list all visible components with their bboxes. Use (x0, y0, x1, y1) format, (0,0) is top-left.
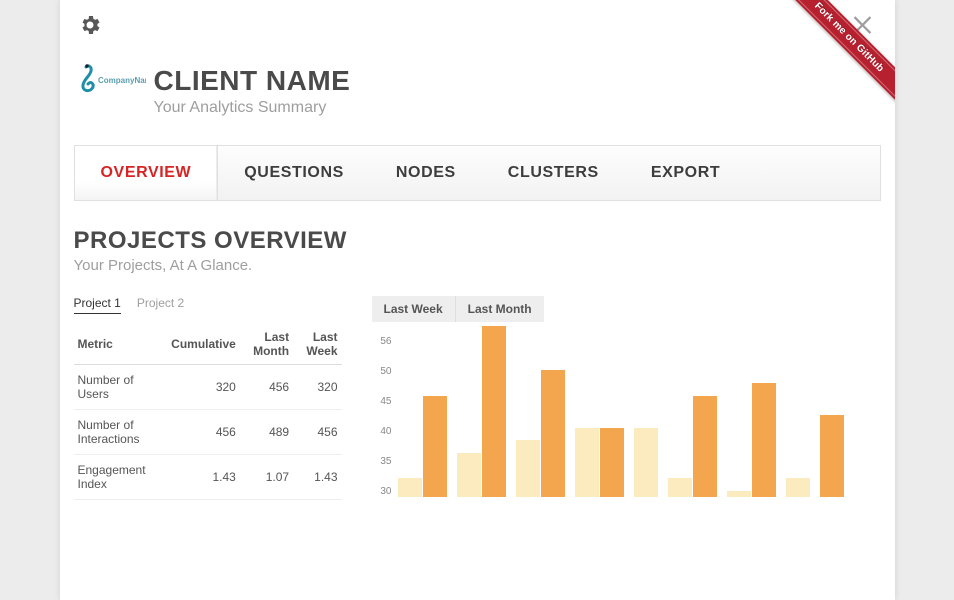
company-logo: CompanyName (74, 61, 148, 99)
bar-group (516, 370, 565, 497)
section-subtitle: Your Projects, At A Glance. (74, 257, 881, 274)
bar-last-week (727, 491, 751, 497)
bar-last-week (575, 428, 599, 497)
bar-last-month (752, 383, 776, 497)
bar-chart: 56 50 45 40 35 30 (372, 332, 881, 497)
page-subtitle: Your Analytics Summary (154, 99, 351, 117)
col-last-week: Last Week (293, 324, 341, 365)
ytick: 30 (372, 486, 392, 497)
chart-toggle: Last Week Last Month (372, 296, 881, 322)
bar-last-week (634, 428, 658, 497)
svg-text:CompanyName: CompanyName (98, 76, 146, 85)
ytick: 40 (372, 426, 392, 437)
bar-group (398, 396, 447, 497)
metric-cumulative: 1.43 (167, 455, 240, 500)
bar-group (727, 383, 776, 497)
gear-icon[interactable] (78, 13, 102, 42)
bar-group (786, 478, 810, 497)
tab-clusters[interactable]: CLUSTERS (482, 146, 625, 200)
ytick: 45 (372, 396, 392, 407)
bar-last-week (398, 478, 422, 497)
col-last-month: Last Month (240, 324, 293, 365)
table-row: Engagement Index 1.43 1.07 1.43 (74, 455, 342, 500)
col-cumulative: Cumulative (167, 324, 240, 365)
table-row: Number of Interactions 456 489 456 (74, 410, 342, 455)
tabbar: OVERVIEW QUESTIONS NODES CLUSTERS EXPORT (74, 145, 881, 201)
bar-last-month (482, 326, 506, 497)
bar-last-month (693, 396, 717, 497)
tab-questions[interactable]: QUESTIONS (218, 146, 370, 200)
bar-last-month (820, 415, 844, 497)
bar-last-week (516, 440, 540, 497)
page-title: CLIENT NAME (154, 65, 351, 97)
bar-group (575, 428, 624, 497)
metric-cumulative: 456 (167, 410, 240, 455)
metric-last-week: 456 (293, 410, 341, 455)
metric-last-month: 1.07 (240, 455, 293, 500)
toggle-last-month[interactable]: Last Month (456, 296, 544, 322)
metric-label: Number of Users (74, 365, 168, 410)
project-tab-1[interactable]: Project 1 (74, 296, 121, 314)
bar-last-week (786, 478, 810, 497)
table-row: Number of Users 320 456 320 (74, 365, 342, 410)
bar-last-month (423, 396, 447, 497)
bar-last-week (668, 478, 692, 497)
ytick: 35 (372, 456, 392, 467)
project-tab-2[interactable]: Project 2 (137, 296, 184, 314)
metric-last-week: 320 (293, 365, 341, 410)
ytick: 56 (372, 336, 392, 347)
metric-cumulative: 320 (167, 365, 240, 410)
col-metric: Metric (74, 324, 168, 365)
bar-group (668, 396, 717, 497)
bar-group (457, 326, 506, 497)
metric-last-month: 456 (240, 365, 293, 410)
ytick: 50 (372, 366, 392, 377)
metrics-table: Metric Cumulative Last Month Last Week N… (74, 324, 342, 500)
metric-last-month: 489 (240, 410, 293, 455)
metric-label: Number of Interactions (74, 410, 168, 455)
bar-last-month (600, 428, 624, 497)
metric-last-week: 1.43 (293, 455, 341, 500)
bar-last-week (457, 453, 481, 497)
tab-nodes[interactable]: NODES (370, 146, 482, 200)
toggle-last-week[interactable]: Last Week (372, 296, 456, 322)
metric-label: Engagement Index (74, 455, 168, 500)
bar-group (634, 428, 658, 497)
section-title: PROJECTS OVERVIEW (74, 227, 881, 255)
bar-group (820, 415, 844, 497)
project-tabs: Project 1 Project 2 (74, 296, 342, 314)
tab-export[interactable]: EXPORT (625, 146, 746, 200)
tab-overview[interactable]: OVERVIEW (75, 146, 219, 200)
bar-last-month (541, 370, 565, 497)
